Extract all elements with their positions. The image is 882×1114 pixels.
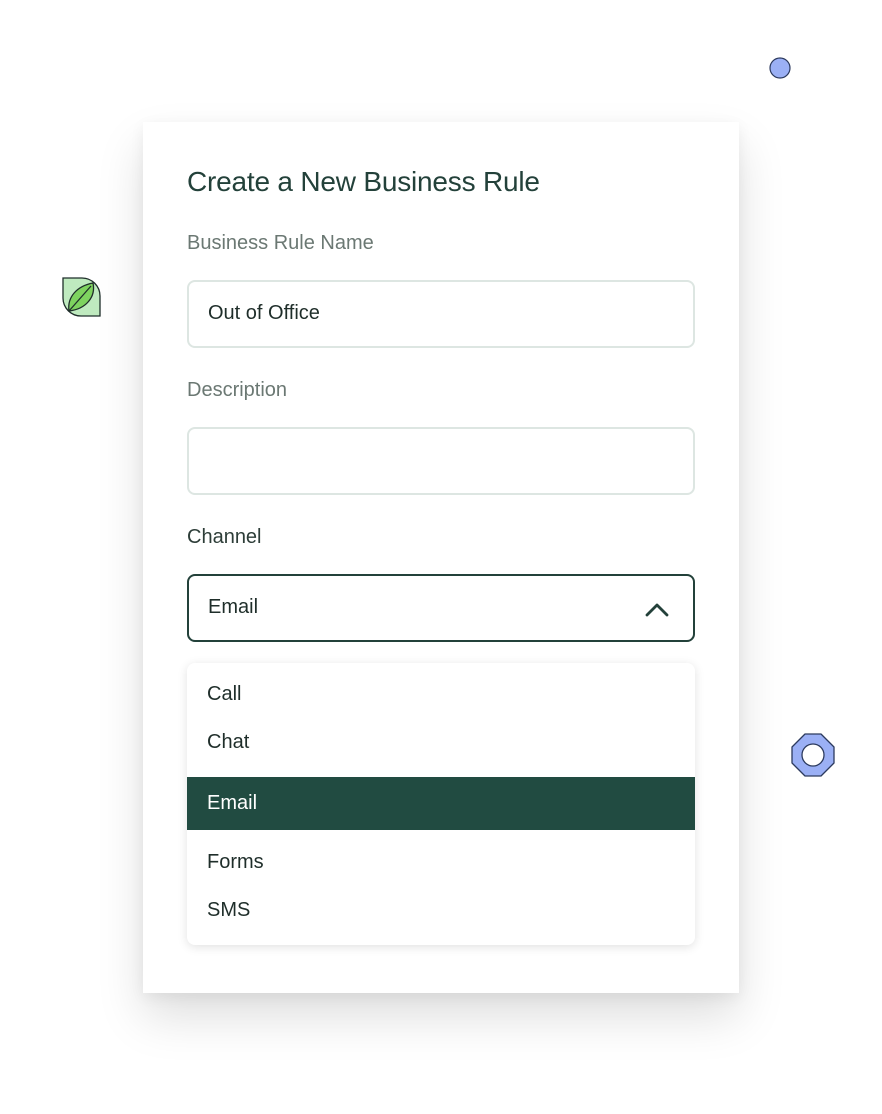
page: Create a New Business Rule Business Rule…	[0, 0, 882, 1114]
description-field[interactable]	[187, 427, 695, 495]
option-label: Chat	[207, 731, 250, 753]
leaf-icon	[62, 277, 101, 317]
channel-label: Channel	[187, 526, 262, 548]
dropdown-option-chat[interactable]: Chat	[187, 719, 695, 767]
ring-icon	[791, 733, 835, 777]
name-label: Business Rule Name	[187, 232, 374, 254]
option-label: Email	[207, 792, 258, 814]
dropdown-option-email[interactable]: Email	[187, 777, 695, 830]
channel-dropdown-menu: Call Chat Email Forms SMS	[187, 663, 695, 945]
dropdown-option-call[interactable]: Call	[187, 671, 695, 719]
name-field-value: Out of Office	[208, 302, 320, 324]
channel-select[interactable]: Email	[187, 574, 695, 642]
description-label: Description	[187, 379, 288, 401]
name-field[interactable]: Out of Office	[187, 280, 695, 348]
dropdown-option-forms[interactable]: Forms	[187, 839, 695, 887]
chevron-up-icon[interactable]	[643, 598, 671, 620]
dropdown-option-sms[interactable]: SMS	[187, 887, 695, 935]
channel-selected-value: Email	[208, 596, 259, 618]
business-rule-dialog: Create a New Business Rule Business Rule…	[143, 122, 739, 993]
option-label: SMS	[207, 899, 251, 921]
dialog-title: Create a New Business Rule	[187, 166, 540, 197]
circle-dot-icon	[769, 57, 791, 79]
option-label: Forms	[207, 851, 264, 873]
option-label: Call	[207, 683, 242, 705]
